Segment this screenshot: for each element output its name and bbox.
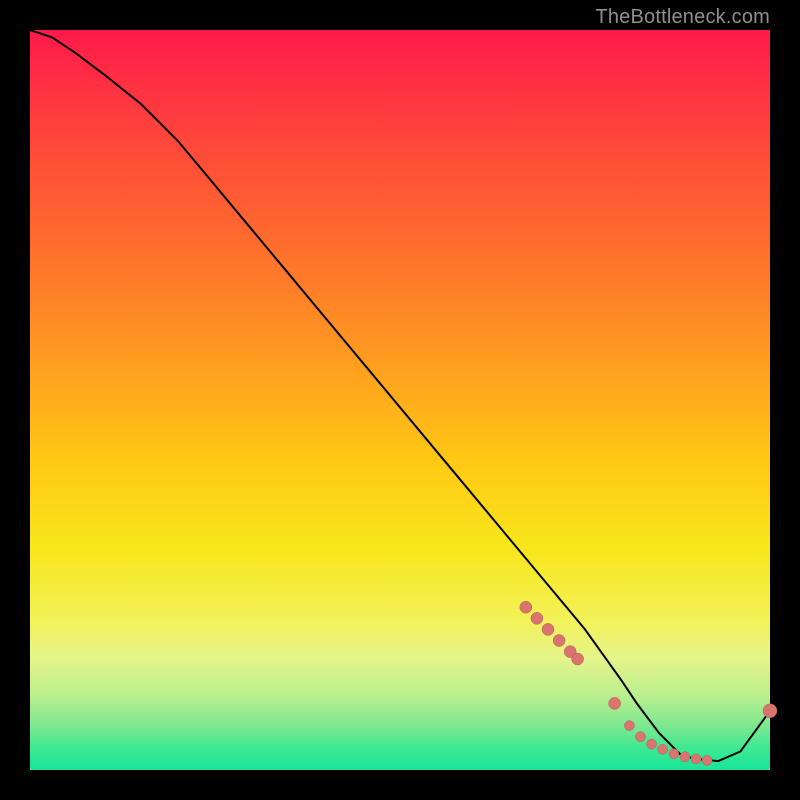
dot bbox=[624, 721, 634, 731]
dot bbox=[553, 635, 565, 647]
curve-layer bbox=[30, 30, 770, 770]
dot bbox=[658, 744, 668, 754]
dot bbox=[669, 749, 679, 759]
chart-container: TheBottleneck.com bbox=[0, 0, 800, 800]
dot bbox=[691, 754, 701, 764]
watermark-text: TheBottleneck.com bbox=[595, 6, 770, 29]
dot bbox=[680, 752, 690, 762]
plot-area bbox=[30, 30, 770, 770]
dot bbox=[542, 623, 554, 635]
dot bbox=[609, 697, 621, 709]
dot bbox=[531, 612, 543, 624]
dot bbox=[647, 739, 657, 749]
scatter-dots bbox=[520, 601, 777, 765]
dot bbox=[520, 601, 532, 613]
dot bbox=[702, 755, 712, 765]
dot bbox=[763, 704, 777, 718]
dot bbox=[636, 732, 646, 742]
dot bbox=[572, 653, 584, 665]
bottleneck-curve bbox=[30, 30, 770, 761]
